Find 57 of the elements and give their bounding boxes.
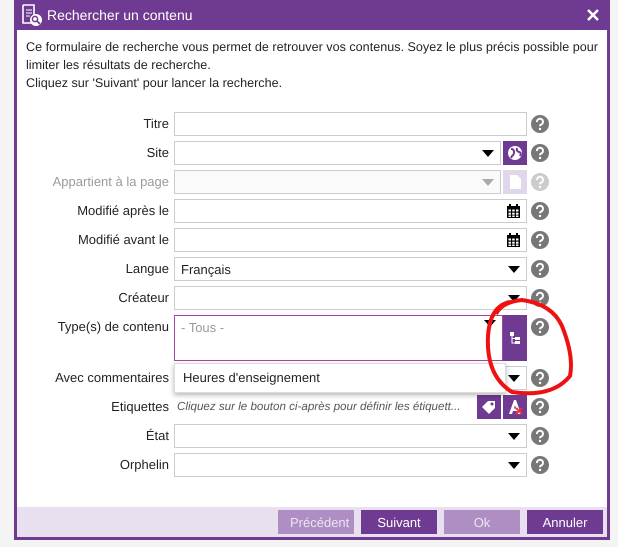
select-field[interactable]	[174, 286, 527, 310]
globe-button[interactable]	[503, 141, 527, 165]
field-label: Langue	[124, 260, 170, 278]
date-field[interactable]	[174, 228, 527, 252]
field-label: Modifié avant le	[76, 231, 170, 249]
dropdown-caret-icon[interactable]	[508, 294, 520, 302]
field-label: Avec commentaires	[54, 369, 170, 387]
help-icon[interactable]	[531, 231, 549, 249]
globe-icon	[507, 145, 523, 161]
dropdown-caret-icon[interactable]	[508, 374, 520, 382]
field-label: État	[144, 427, 170, 445]
date-field[interactable]	[174, 199, 527, 223]
help-icon[interactable]	[531, 318, 549, 336]
page-icon	[507, 174, 523, 190]
clear-tags-button[interactable]	[503, 395, 527, 419]
select-field[interactable]	[174, 453, 527, 477]
help-icon[interactable]	[531, 202, 549, 220]
select-field[interactable]: Français	[174, 257, 527, 281]
field-label: Titre	[142, 115, 170, 133]
intro-text: Ce formulaire de recherche vous permet de retrouver vos contenus. Soyez le plus précis possible pour limiter les résultats de recherche.	[26, 39, 598, 74]
field-label: Appartient à la page	[52, 173, 170, 191]
tag-icon	[481, 399, 497, 415]
help-icon[interactable]	[531, 260, 549, 278]
field-label: Etiquettes	[110, 398, 170, 416]
calendar-icon[interactable]	[507, 233, 520, 247]
window-title: Rechercher un contenu	[47, 7, 194, 23]
select-field[interactable]	[174, 141, 501, 165]
field-label: Type(s) de contenu	[56, 318, 170, 336]
help-icon[interactable]	[531, 369, 549, 387]
select-field[interactable]	[174, 424, 527, 448]
help-icon[interactable]	[531, 144, 549, 162]
field-label: Créateur	[117, 289, 170, 307]
help-icon[interactable]	[531, 398, 549, 416]
dropdown-caret-icon[interactable]	[508, 432, 520, 440]
tree-button[interactable]	[503, 315, 527, 361]
help-icon[interactable]	[531, 427, 549, 445]
tree-icon	[507, 330, 523, 346]
search-document-icon	[21, 3, 43, 27]
letter-cross-icon	[507, 399, 523, 415]
dialog-button[interactable]: Suivant	[361, 510, 437, 534]
field-label: Site	[146, 144, 170, 162]
calendar-icon[interactable]	[507, 204, 520, 218]
text-field[interactable]	[174, 112, 527, 136]
dropdown-caret-icon[interactable]	[508, 462, 520, 468]
dropdown-option[interactable]: Heures d'enseignement	[183, 369, 497, 387]
tag-button[interactable]	[477, 395, 501, 419]
help-icon[interactable]	[531, 289, 549, 307]
dialog-button[interactable]: Annuler	[527, 510, 603, 534]
help-icon[interactable]	[531, 115, 549, 133]
intro-text: Cliquez sur 'Suivant' pour lancer la recherche.	[26, 75, 284, 92]
tags-hint: Cliquez sur le bouton ci-après pour définir les étiquett...	[176, 399, 462, 415]
help-icon[interactable]	[531, 456, 549, 474]
field-label: Orphelin	[118, 456, 170, 474]
close-icon[interactable]	[587, 9, 599, 21]
dropdown-caret-icon[interactable]	[482, 150, 494, 156]
field-label: Modifié après le	[76, 202, 170, 220]
dropdown-caret-icon[interactable]	[508, 266, 520, 272]
